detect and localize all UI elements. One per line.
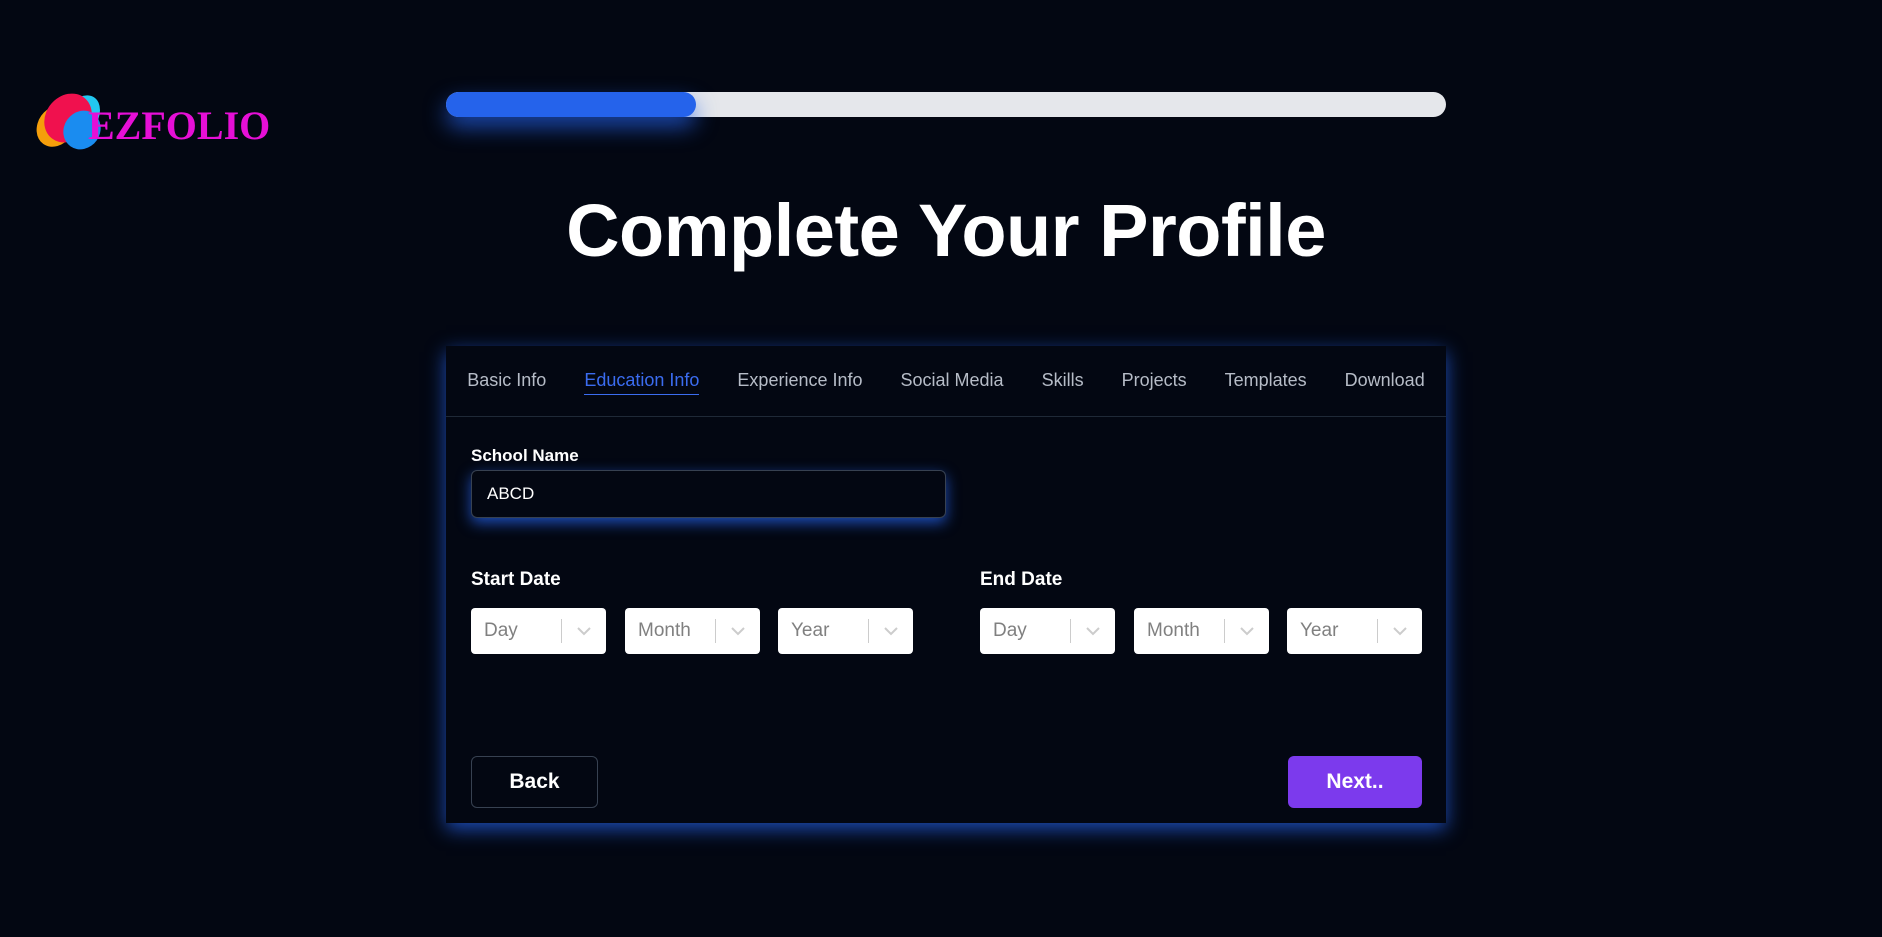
tab-templates[interactable]: Templates [1225, 368, 1307, 394]
start-day-placeholder: Day [484, 620, 518, 641]
tab-social-media[interactable]: Social Media [901, 368, 1004, 394]
end-day-select[interactable]: Day [980, 608, 1115, 654]
page-title: Complete Your Profile [566, 189, 1326, 272]
start-year-select[interactable]: Year [778, 608, 913, 654]
tab-basic-info[interactable]: Basic Info [467, 368, 546, 394]
back-button[interactable]: Back [471, 756, 598, 808]
logo[interactable]: EZFOLIO [30, 88, 270, 158]
end-year-placeholder: Year [1300, 620, 1339, 641]
profile-form-card: Basic Info Education Info Experience Inf… [446, 346, 1446, 823]
end-month-select[interactable]: Month [1134, 608, 1269, 654]
select-separator [561, 619, 562, 643]
chevron-down-icon [1393, 627, 1407, 636]
start-day-select[interactable]: Day [471, 608, 606, 654]
tab-bar: Basic Info Education Info Experience Inf… [446, 346, 1446, 417]
chevron-down-icon [731, 627, 745, 636]
chevron-down-icon [1240, 627, 1254, 636]
logo-text: EZFOLIO [88, 103, 271, 148]
school-name-label: School Name [471, 446, 579, 465]
page: EZFOLIO Complete Your Profile Basic Info… [0, 0, 1882, 937]
start-month-placeholder: Month [638, 620, 691, 641]
chevron-down-icon [1086, 627, 1100, 636]
tab-skills[interactable]: Skills [1042, 368, 1084, 394]
start-year-placeholder: Year [791, 620, 830, 641]
school-name-input[interactable] [471, 470, 946, 518]
select-separator [868, 619, 869, 643]
select-separator [1070, 619, 1071, 643]
end-month-placeholder: Month [1147, 620, 1200, 641]
select-separator [715, 619, 716, 643]
select-separator [1377, 619, 1378, 643]
start-date-label: Start Date [471, 569, 561, 590]
next-button[interactable]: Next.. [1288, 756, 1422, 808]
tab-education-info[interactable]: Education Info [584, 368, 700, 395]
select-separator [1224, 619, 1225, 643]
tab-projects[interactable]: Projects [1122, 368, 1187, 394]
end-date-label: End Date [980, 569, 1063, 590]
end-year-select[interactable]: Year [1287, 608, 1422, 654]
tab-download[interactable]: Download [1345, 368, 1425, 394]
tab-experience-info[interactable]: Experience Info [737, 368, 862, 394]
start-month-select[interactable]: Month [625, 608, 760, 654]
progress-bar [446, 92, 1446, 117]
end-day-placeholder: Day [993, 620, 1027, 641]
chevron-down-icon [884, 627, 898, 636]
progress-bar-fill [446, 92, 696, 117]
chevron-down-icon [577, 627, 591, 636]
